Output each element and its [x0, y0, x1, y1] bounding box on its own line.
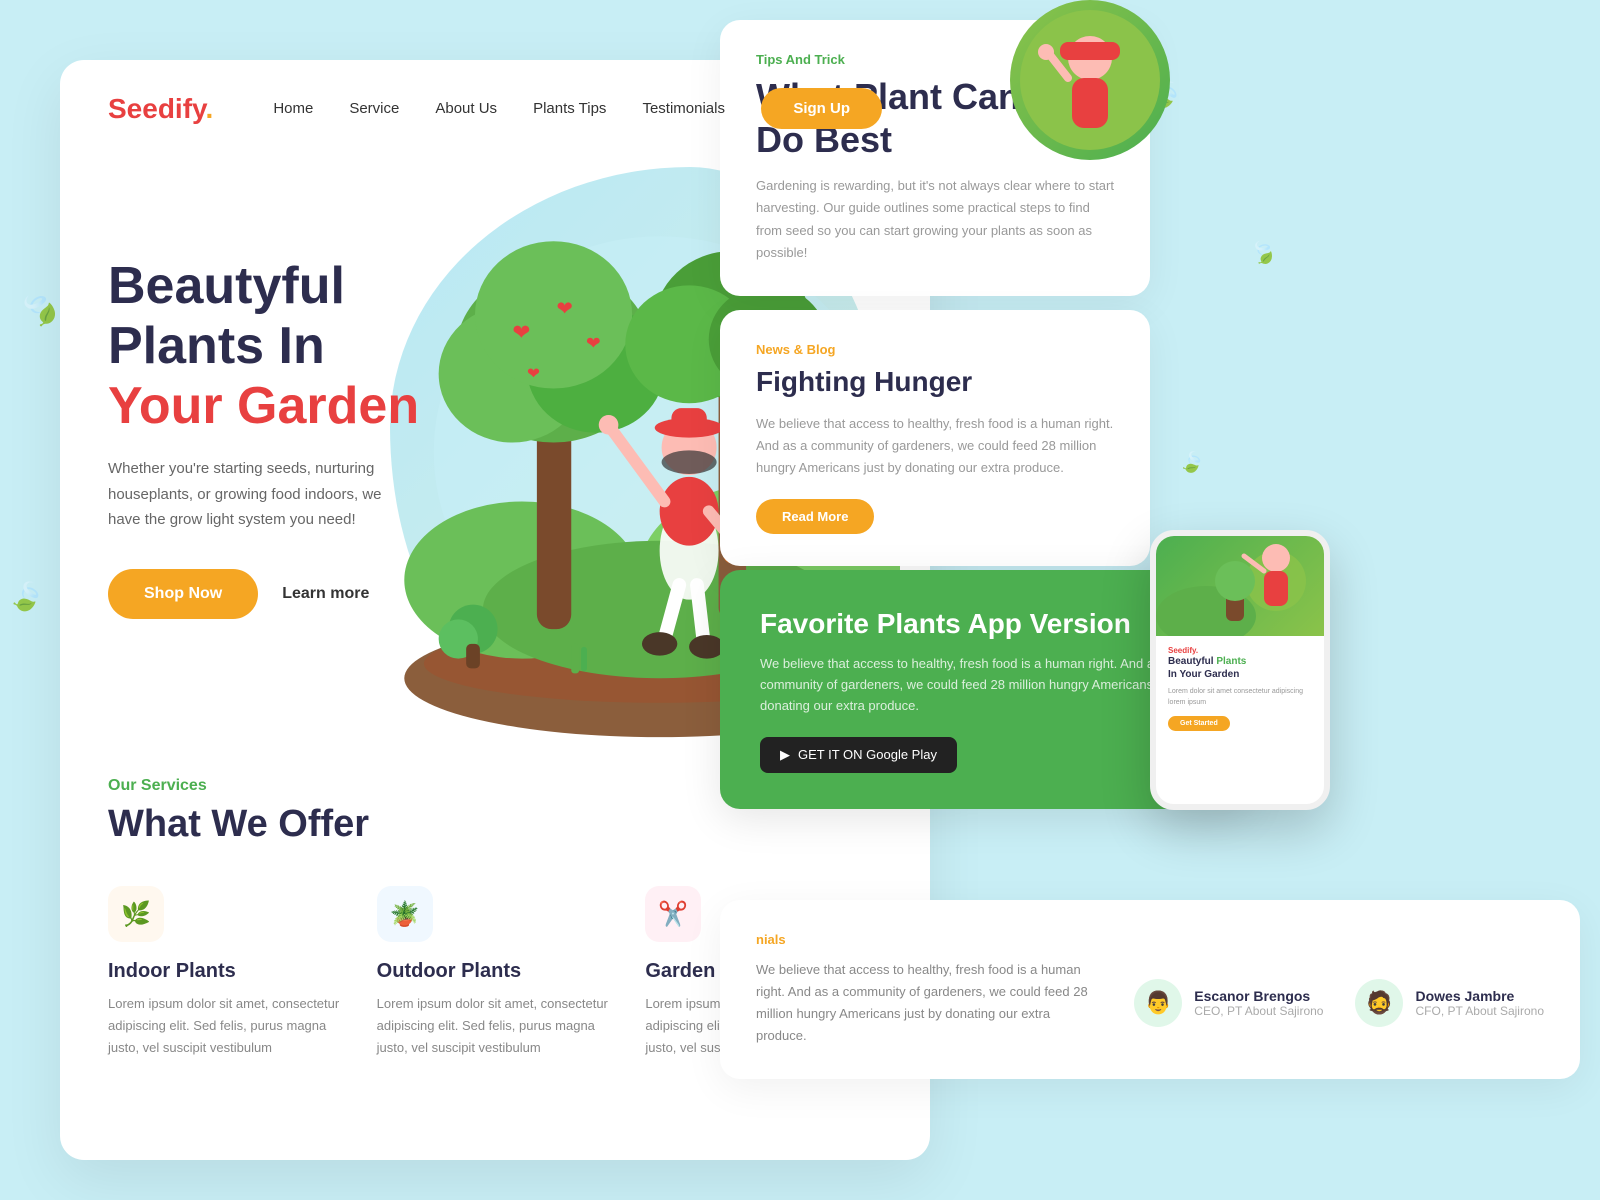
- indoor-plants-desc: Lorem ipsum dolor sit amet, consectetur …: [108, 993, 345, 1059]
- hero-buttons: Shop Now Learn more: [108, 569, 468, 619]
- learn-more-button[interactable]: Learn more: [282, 585, 369, 603]
- person-1: 👨 Escanor Brengos CEO, PT About Sajirono: [1134, 979, 1323, 1027]
- nav-link-about[interactable]: About Us: [435, 100, 497, 117]
- app-description: We believe that access to healthy, fresh…: [760, 654, 1210, 716]
- read-more-button[interactable]: Read More: [756, 499, 874, 534]
- nav-link-home[interactable]: Home: [273, 100, 313, 117]
- person-1-avatar: 👨: [1134, 979, 1182, 1027]
- hero-text: Beautyful Plants In Your Garden Whether …: [108, 177, 468, 619]
- person-2: 🧔 Dowes Jambre CFO, PT About Sajirono: [1355, 979, 1544, 1027]
- phone-title: Beautyful PlantsIn Your Garden: [1168, 655, 1312, 681]
- navbar: Seedify. Home Service About Us Plants Ti…: [60, 60, 930, 157]
- indoor-plants-icon: 🌿: [108, 886, 164, 942]
- tips-image: [1010, 0, 1170, 160]
- app-title: Favorite Plants App Version: [760, 606, 1210, 642]
- phone-desc: Lorem dolor sit amet consectetur adipisc…: [1168, 687, 1312, 708]
- phone-content: Seedify. Beautyful PlantsIn Your Garden …: [1156, 636, 1324, 741]
- person-2-role: CFO, PT About Sajirono: [1415, 1004, 1544, 1018]
- testimonials-content: We believe that access to healthy, fresh…: [756, 959, 1544, 1047]
- nav-item-service[interactable]: Service: [349, 100, 399, 118]
- person-1-role: CEO, PT About Sajirono: [1194, 1004, 1323, 1018]
- svg-text:❤: ❤: [586, 333, 601, 353]
- person-2-info: Dowes Jambre CFO, PT About Sajirono: [1415, 988, 1544, 1018]
- phone-cta-button[interactable]: Get Started: [1168, 716, 1230, 731]
- indoor-plants-title: Indoor Plants: [108, 960, 345, 983]
- svg-text:❤: ❤: [557, 298, 573, 320]
- service-card-outdoor: 🪴 Outdoor Plants Lorem ipsum dolor sit a…: [377, 886, 614, 1059]
- logo-text: Seedify: [108, 93, 206, 124]
- nav-links: Home Service About Us Plants Tips Testim…: [273, 100, 761, 118]
- app-card: Favorite Plants App Version We believe t…: [720, 570, 1250, 809]
- svg-text:❤: ❤: [527, 366, 540, 383]
- person-2-avatar: 🧔: [1355, 979, 1403, 1027]
- phone-mockup: Seedify. Beautyful PlantsIn Your Garden …: [1150, 530, 1330, 810]
- hero-title: Beautyful Plants In Your Garden: [108, 257, 468, 436]
- hero-title-highlight: Your Garden: [108, 377, 419, 435]
- play-icon: ▶: [780, 747, 790, 763]
- news-description: We believe that access to healthy, fresh…: [756, 413, 1114, 479]
- nav-link-service[interactable]: Service: [349, 100, 399, 117]
- shop-now-button[interactable]: Shop Now: [108, 569, 258, 619]
- google-play-label: GET IT ON Google Play: [798, 747, 937, 762]
- nav-link-tips[interactable]: Plants Tips: [533, 100, 606, 117]
- nav-link-testimonials[interactable]: Testimonials: [642, 100, 725, 117]
- phone-brand: Seedify.: [1168, 646, 1312, 655]
- hero-title-line1: Beautyful: [108, 257, 345, 315]
- news-card: News & Blog Fighting Hunger We believe t…: [720, 310, 1150, 566]
- hero-description: Whether you're starting seeds, nurturing…: [108, 456, 408, 533]
- person-2-name: Dowes Jambre: [1415, 988, 1544, 1004]
- news-title: Fighting Hunger: [756, 365, 1114, 399]
- testimonial-text: We believe that access to healthy, fresh…: [756, 959, 1094, 1047]
- news-label: News & Blog: [756, 342, 1114, 357]
- svg-text:❤: ❤: [512, 319, 530, 344]
- nav-item-home[interactable]: Home: [273, 100, 313, 118]
- outdoor-plants-title: Outdoor Plants: [377, 960, 614, 983]
- person-1-name: Escanor Brengos: [1194, 988, 1323, 1004]
- outdoor-plants-icon: 🪴: [377, 886, 433, 942]
- testimonial-persons: 👨 Escanor Brengos CEO, PT About Sajirono…: [1134, 959, 1544, 1047]
- google-play-button[interactable]: ▶ GET IT ON Google Play: [760, 737, 957, 773]
- logo: Seedify.: [108, 93, 213, 125]
- service-card-indoor: 🌿 Indoor Plants Lorem ipsum dolor sit am…: [108, 886, 345, 1059]
- decorative-leaf-2: 🍃: [5, 575, 49, 618]
- testimonials-card: nials We believe that access to healthy,…: [720, 900, 1580, 1079]
- nav-item-tips[interactable]: Plants Tips: [533, 100, 606, 118]
- nav-item-about[interactable]: About Us: [435, 100, 497, 118]
- outdoor-plants-desc: Lorem ipsum dolor sit amet, consectetur …: [377, 993, 614, 1059]
- phone-top-image: [1156, 536, 1324, 636]
- person-1-info: Escanor Brengos CEO, PT About Sajirono: [1194, 988, 1323, 1018]
- signup-button[interactable]: Sign Up: [761, 88, 882, 129]
- logo-dot: .: [206, 93, 214, 124]
- testimonials-label: nials: [756, 932, 1544, 947]
- garden-care-icon: ✂️: [645, 886, 701, 942]
- tips-description: Gardening is rewarding, but it's not alw…: [756, 175, 1114, 263]
- right-panel: Tips And Trick What Plant Can Do Best Ga…: [720, 0, 1600, 1200]
- hero-title-line2: Plants In: [108, 317, 325, 375]
- nav-item-testimonials[interactable]: Testimonials: [642, 100, 725, 118]
